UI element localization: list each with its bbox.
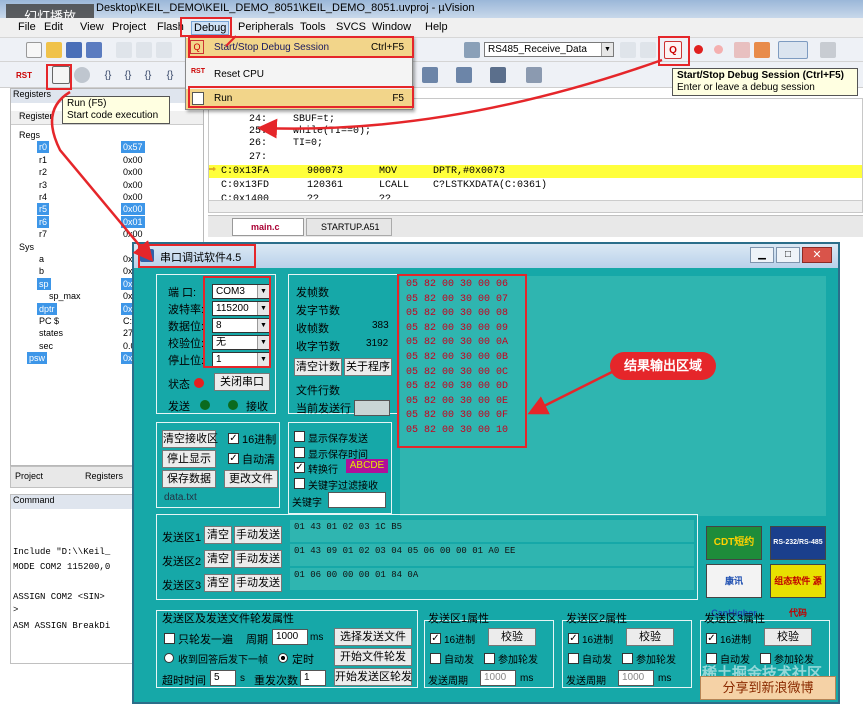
arrow-run-to-serial xyxy=(50,90,154,262)
arrow-debug-to-menu xyxy=(225,35,237,47)
annotation-arrows xyxy=(50,35,663,415)
arrow-annotation-to-output xyxy=(527,370,613,415)
arrow-debug-to-editor xyxy=(257,58,663,139)
